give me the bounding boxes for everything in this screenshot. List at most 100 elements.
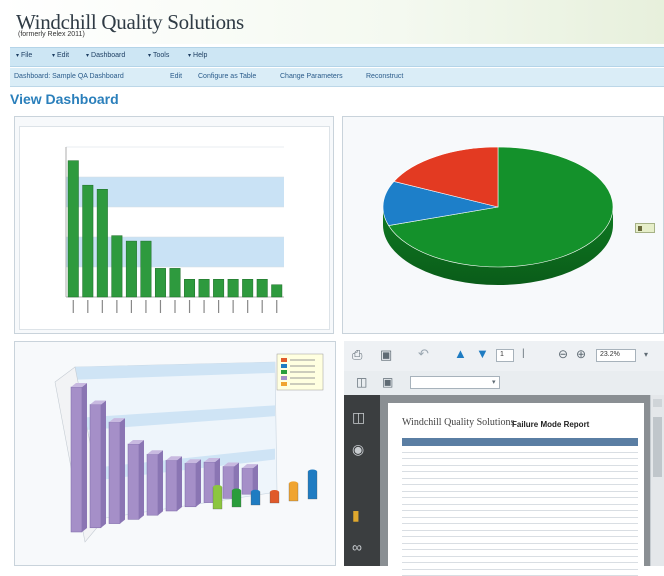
zoom-in-icon[interactable]: ⊕ <box>576 347 586 361</box>
page-separator-icon: | <box>522 348 525 359</box>
save-icon[interactable]: ▣ <box>382 375 393 389</box>
pie-legend <box>635 223 655 233</box>
scroll-thumb[interactable] <box>653 417 662 477</box>
bar-3d-top <box>289 481 298 486</box>
bar-3d <box>231 490 242 508</box>
bar-3d <box>108 421 121 524</box>
paperclip-icon[interactable]: ∞ <box>352 539 362 555</box>
page-title: View Dashboard <box>10 91 119 107</box>
bar-3d-top <box>232 488 241 493</box>
scroll-up-button[interactable] <box>653 399 662 407</box>
table-header-cell <box>435 438 530 446</box>
bar-chart-frame <box>19 126 330 330</box>
breadcrumb-edit-link[interactable]: Edit <box>170 73 182 80</box>
report-table <box>402 438 638 576</box>
back-arrow-icon[interactable]: ↶ <box>418 346 429 362</box>
bar-3d <box>307 471 318 500</box>
bar-3d-side <box>120 418 125 524</box>
bar <box>140 240 152 298</box>
pie-chart-panel <box>342 116 664 334</box>
table-row <box>402 569 638 576</box>
breadcrumb: Dashboard: Sample QA Dashboard Edit Conf… <box>10 68 664 87</box>
bar-3d-side <box>158 450 163 516</box>
bar-3d <box>146 454 159 516</box>
chevron-down-icon[interactable]: ▾ <box>492 378 496 386</box>
save-icon[interactable]: ▣ <box>380 347 392 363</box>
bar <box>242 279 254 298</box>
bar <box>213 279 225 298</box>
bar <box>184 279 196 298</box>
legend-swatch <box>281 376 287 380</box>
bar-3d-side <box>253 464 258 495</box>
bar-3d <box>288 483 299 502</box>
menu-edit[interactable]: Edit <box>52 52 69 59</box>
bar-3d <box>241 467 254 495</box>
bar-3d-side <box>139 440 144 520</box>
bar <box>82 184 94 298</box>
menu-help[interactable]: Help <box>188 52 207 59</box>
3d-bar-chart-panel <box>14 341 336 566</box>
bar <box>67 160 79 298</box>
report-company: Windchill Quality Solutions <box>402 417 515 428</box>
report-scrollbar[interactable] <box>650 395 664 566</box>
zoom-select[interactable]: 23.2% <box>596 349 636 362</box>
bar-3d <box>212 486 223 510</box>
table-header-cell <box>590 438 615 446</box>
bar-chart <box>65 146 284 313</box>
bar-3d-side <box>177 456 182 511</box>
bar <box>271 284 283 298</box>
bar <box>198 279 210 298</box>
pie-chart <box>382 146 614 285</box>
viewer-toolbar: ⎙ ▣ ↶ ▲ ▼ 1 | ⊖ ⊕ 23.2% ▾ <box>344 341 664 372</box>
legend-swatch <box>281 382 287 386</box>
bar <box>111 235 123 298</box>
table-cell <box>435 569 530 576</box>
bar <box>227 279 239 298</box>
bar-3d <box>70 386 83 533</box>
bar-3d <box>165 460 178 512</box>
table-cell <box>614 569 638 576</box>
menu-file[interactable]: File <box>16 52 32 59</box>
table-cell <box>402 569 436 576</box>
table-cell <box>590 569 615 576</box>
tag-icon[interactable]: ▮ <box>352 507 360 524</box>
bar <box>96 189 108 298</box>
bar-3d <box>89 404 102 529</box>
breadcrumb-parameters-link[interactable]: Change Parameters <box>280 73 343 80</box>
bar-3d-top <box>251 489 260 494</box>
breadcrumb-dashboard: Dashboard: Sample QA Dashboard <box>14 73 124 80</box>
bar <box>256 279 268 298</box>
table-cell <box>529 569 591 576</box>
page-number-input[interactable]: 1 <box>496 349 514 362</box>
legend-swatch <box>281 370 287 374</box>
report-viewport: Windchill Quality Solutions Failure Mode… <box>380 395 650 576</box>
bar <box>125 240 137 298</box>
zoom-out-icon[interactable]: ⊖ <box>558 347 568 361</box>
binoculars-icon[interactable]: ◉ <box>352 441 364 458</box>
page-view-icon[interactable]: ◫ <box>356 375 367 389</box>
chevron-down-icon[interactable]: ▾ <box>644 350 648 359</box>
print-icon[interactable]: ⎙ <box>352 347 362 363</box>
menu-dashboard[interactable]: Dashboard <box>86 52 125 59</box>
table-header-cell <box>529 438 591 446</box>
report-title: Failure Mode Report <box>512 420 590 429</box>
format-select[interactable] <box>410 376 500 389</box>
bar-3d-top <box>213 485 222 489</box>
bar-3d-side <box>82 383 87 532</box>
bar <box>169 268 181 298</box>
pages-icon[interactable]: ◫ <box>352 409 365 426</box>
legend-swatch <box>281 358 287 362</box>
menu-tools[interactable]: Tools <box>148 52 169 59</box>
bar-3d-top <box>308 469 317 474</box>
bar-3d-side <box>101 400 106 528</box>
breadcrumb-configure-link[interactable]: Configure as Table <box>198 73 256 80</box>
report-page: Windchill Quality Solutions Failure Mode… <box>388 403 644 576</box>
bar-3d-side <box>196 459 201 507</box>
down-arrow-icon[interactable]: ▼ <box>476 346 489 361</box>
bar-3d-top <box>270 490 279 494</box>
bar-3d <box>184 463 197 508</box>
up-arrow-icon[interactable]: ▲ <box>454 346 467 361</box>
table-header-cell <box>614 438 638 446</box>
breadcrumb-reconstruct-link[interactable]: Reconstruct <box>366 73 403 80</box>
bar <box>154 268 166 298</box>
